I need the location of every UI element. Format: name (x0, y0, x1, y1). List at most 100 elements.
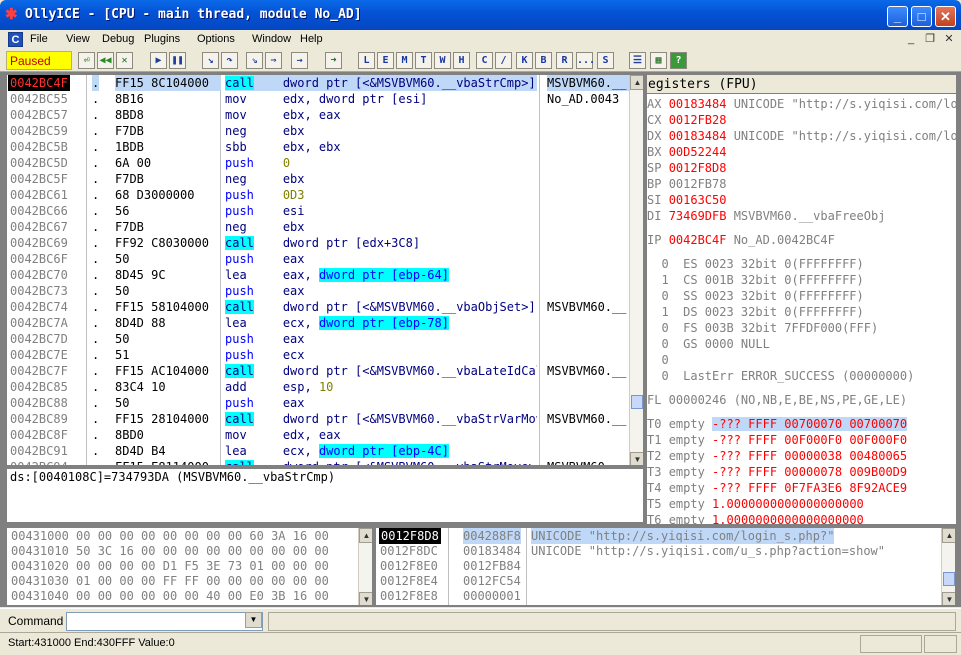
title-bar[interactable]: ✱ OllyICE - [CPU - main thread, module N… (0, 0, 961, 30)
trace-over-icon[interactable]: ⇒ (265, 52, 282, 69)
dump-row[interactable]: 00431040 00 00 00 00 00 00 40 00 E0 3B 1… (11, 588, 329, 604)
threads-window-button[interactable]: T (415, 52, 432, 69)
disasm-row[interactable]: 0042BC5F. F7DB neg ebx (7, 171, 643, 187)
windows-window-button[interactable]: W (434, 52, 451, 69)
menu-file[interactable]: File (30, 33, 48, 45)
fpu-value[interactable]: 1.0000000000000000000 (712, 513, 864, 524)
stack-row[interactable]: 0012F8DC 00183484 UNICODE "http://s.yiqisi… (376, 543, 955, 559)
trace-into-icon[interactable]: ⇘ (246, 52, 263, 69)
fpu-value[interactable]: -??? FFFF 00000078 009B00D9 (712, 465, 907, 479)
memory-dump-pane[interactable]: 00431000 00 00 00 00 00 00 00 00 60 3A 1… (6, 527, 373, 606)
scroll-thumb[interactable] (631, 395, 643, 409)
stack-scroll-thumb[interactable] (943, 572, 955, 586)
register-value[interactable]: 00163C50 (669, 193, 727, 207)
disasm-row[interactable]: 0042BC7F. FF15 AC104000 call dword ptr [<&… (7, 363, 643, 379)
stack-scroll-down-icon[interactable]: ▼ (942, 592, 955, 605)
step-over-icon[interactable]: ↷ (221, 52, 238, 69)
register-value[interactable]: 00183484 (669, 129, 727, 143)
dump-row[interactable]: 00431030 01 00 00 00 FF FF 00 00 00 00 0… (11, 573, 329, 589)
call-stack-window-button[interactable]: K (516, 52, 533, 69)
go-to-icon[interactable]: ➜ (325, 52, 342, 69)
disasm-row[interactable]: 0042BC67. F7DB neg ebx (7, 219, 643, 235)
register-value[interactable]: 00D52244 (669, 145, 727, 159)
memory-window-button[interactable]: M (396, 52, 413, 69)
patches-window-button[interactable]: / (495, 52, 512, 69)
menu-plugins[interactable]: Plugins (144, 33, 180, 45)
flag-bit[interactable]: 0 (647, 337, 683, 351)
modules-window-button[interactable]: E (377, 52, 394, 69)
flag-bit[interactable]: 0 (647, 321, 683, 335)
stack-pane[interactable]: 0012F8D8 004288F8 UNICODE "http://s.yiqisi… (375, 527, 956, 606)
flag-bit[interactable]: 1 (647, 273, 683, 287)
disasm-row[interactable]: 0042BC5B. 1BDB sbb ebx, ebx (7, 139, 643, 155)
execute-till-return-icon[interactable]: → (291, 52, 308, 69)
disasm-row[interactable]: 0042BC4F. FF15 8C104000 call dword ptr [<&… (7, 75, 643, 91)
flag-bit[interactable]: 0 (647, 369, 683, 383)
close-button[interactable]: ✕ (935, 6, 956, 27)
fpu-value[interactable]: -??? FFFF 00700070 00700070 (712, 417, 908, 431)
disasm-row[interactable]: 0042BC73. 50 push eax (7, 283, 643, 299)
fpu-value[interactable]: -??? FFFF 00F000F0 00F000F0 (712, 433, 907, 447)
disasm-row[interactable]: 0042BC91. 8D4D B4 lea ecx, dword ptr [ebp-… (7, 443, 643, 459)
disasm-row[interactable]: 0042BC69. FF92 C8030000 call dword ptr [ed… (7, 235, 643, 251)
disassembly-scrollbar[interactable]: ▲ ▼ (629, 75, 643, 465)
cpu-window-icon[interactable]: C (8, 32, 23, 47)
registers-pane[interactable]: egisters (FPU) AX 00183484 UNICODE "http… (646, 74, 957, 525)
menu-debug[interactable]: Debug (102, 33, 134, 45)
maximize-button[interactable]: □ (911, 6, 932, 27)
disasm-row[interactable]: 0042BC59. F7DB neg ebx (7, 123, 643, 139)
handles-window-button[interactable]: H (453, 52, 470, 69)
step-into-icon[interactable]: ↘ (202, 52, 219, 69)
fpu-value[interactable]: 1.0000000000000000000 (712, 497, 864, 511)
disasm-row[interactable]: 0042BC8F. 8BD0 mov edx, eax (7, 427, 643, 443)
disassembly-pane[interactable]: 0042BC4F. FF15 8C104000 call dword ptr [<&… (6, 74, 644, 466)
source-window-button[interactable]: S (597, 52, 614, 69)
flag-bit[interactable]: 0 (647, 353, 683, 367)
menu-window[interactable]: Window (252, 33, 291, 45)
dump-scroll-up-icon[interactable]: ▲ (359, 528, 372, 543)
stack-row[interactable]: 0012F8E4 0012FC54 (376, 573, 955, 589)
disasm-row[interactable]: 0042BC85. 83C4 10 add esp, 10 (7, 379, 643, 395)
stack-scroll-up-icon[interactable]: ▲ (942, 528, 955, 543)
disasm-row[interactable]: 0042BC5D. 6A 00 push 0 (7, 155, 643, 171)
mdi-close-button[interactable]: ✕ (941, 32, 957, 47)
disasm-row[interactable]: 0042BC74. FF15 58104000 call dword ptr [<&… (7, 299, 643, 315)
references-window-button[interactable]: R (556, 52, 573, 69)
dump-row[interactable]: 00431000 00 00 00 00 00 00 00 00 60 3A 1… (11, 528, 329, 544)
disasm-row[interactable]: 0042BC61. 68 D3000000 push 0D3 (7, 187, 643, 203)
options-grid-icon[interactable]: ▦ (650, 52, 667, 69)
run-trace-window-button[interactable]: ... (576, 52, 595, 69)
disasm-row[interactable]: 0042BC89. FF15 28104000 call dword ptr [<&… (7, 411, 643, 427)
help-button[interactable]: ? (670, 52, 687, 69)
list-icon[interactable]: ☰ (629, 52, 646, 69)
register-value[interactable]: 00183484 (669, 97, 727, 111)
open-icon[interactable]: ⏎ (78, 52, 95, 69)
registers-header[interactable]: egisters (FPU) (647, 75, 956, 94)
register-value[interactable]: 0012FB78 (669, 177, 727, 191)
restart-icon[interactable]: ◀◀ (97, 52, 114, 69)
minimize-button[interactable]: _ (887, 6, 908, 27)
cpu-window-button[interactable]: C (476, 52, 493, 69)
scroll-up-icon[interactable]: ▲ (630, 75, 643, 90)
menu-options[interactable]: Options (197, 33, 235, 45)
bug-icon[interactable]: ✱ (5, 7, 21, 23)
disasm-row[interactable]: 0042BC57. 8BD8 mov ebx, eax (7, 107, 643, 123)
stack-row[interactable]: 0012F8E8 00000001 (376, 588, 955, 604)
flag-bit[interactable]: 0 (647, 257, 683, 271)
dump-scroll-down-icon[interactable]: ▼ (359, 592, 372, 605)
disasm-row[interactable]: 0042BC6F. 50 push eax (7, 251, 643, 267)
breakpoints-window-button[interactable]: B (535, 52, 552, 69)
log-window-button[interactable]: L (358, 52, 375, 69)
dump-row[interactable]: 00431010 50 3C 16 00 00 00 00 00 00 00 0… (11, 543, 329, 559)
flag-bit[interactable]: 1 (647, 305, 683, 319)
pause-icon[interactable]: ❚❚ (169, 52, 186, 69)
fpu-value[interactable]: -??? FFFF 0F7FA3E6 8F92ACE9 (712, 481, 907, 495)
dump-scrollbar[interactable]: ▲ ▼ (358, 528, 372, 605)
command-input[interactable] (66, 612, 263, 631)
disasm-row[interactable]: 0042BC55. 8B16 mov edx, dword ptr [esi] No_… (7, 91, 643, 107)
disasm-row[interactable]: 0042BC70. 8D45 9C lea eax, dword ptr [ebp-… (7, 267, 643, 283)
fpu-value[interactable]: -??? FFFF 00000038 00480065 (712, 449, 907, 463)
stack-scrollbar[interactable]: ▲ ▼ (941, 528, 955, 605)
register-value[interactable]: 0012FB28 (669, 113, 727, 127)
menu-view[interactable]: View (66, 33, 90, 45)
